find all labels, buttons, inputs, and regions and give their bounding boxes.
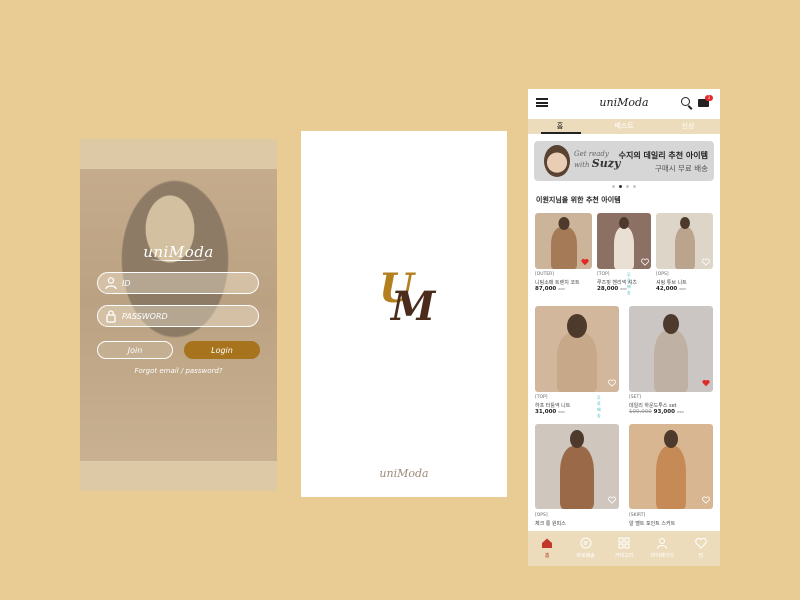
nav-mypage[interactable]: 마이페이지 — [643, 531, 681, 566]
product-name: 데일리 하운드투스 set — [629, 403, 677, 409]
price-unit: won — [676, 410, 685, 414]
product-price: 100,000 93,000 won — [629, 409, 684, 415]
product-image — [535, 306, 619, 392]
product-category: [OPS] — [535, 513, 548, 518]
nav-label: 마이페이지 — [650, 553, 674, 559]
active-tab-indicator — [541, 132, 581, 134]
product-image — [535, 424, 619, 509]
banner-script-name: Suzy — [591, 157, 621, 170]
price-unit: won — [679, 287, 687, 291]
banner-script: Get ready with Suzy — [574, 150, 620, 170]
delivery-icon — [580, 537, 592, 549]
splash-screen: U M uniModa — [301, 131, 507, 497]
product-category: [OUTER] — [535, 272, 555, 277]
monogram-m: M — [391, 283, 436, 330]
nav-label: 바로배송 — [576, 553, 595, 559]
price-value: 93,000 — [653, 409, 675, 415]
recommend-section-title: 이원지님을 위한 추천 아이템 — [536, 196, 621, 204]
product-name: 하프 터틀넥 니트 — [535, 403, 571, 409]
product-category: [TOP] — [597, 272, 610, 277]
free-shipping-badge: 무료배송 — [597, 395, 601, 418]
pagination-dot[interactable] — [612, 185, 615, 188]
product-image — [629, 306, 713, 392]
product-price: 28,000 won — [597, 286, 627, 292]
price-value: 87,000 — [535, 286, 557, 292]
login-screen: uniModa Join Login Forgot email / passwo… — [80, 139, 277, 491]
product-name: 알 벨트 포인트 스커트 — [629, 521, 676, 527]
product-category: [SKIRT] — [629, 513, 646, 518]
price-unit: won — [620, 287, 628, 291]
banner-title: 수지의 데일리 추천 아이템 — [618, 151, 708, 160]
home-icon — [542, 538, 553, 548]
heart-outline-icon[interactable] — [641, 258, 649, 266]
password-field[interactable] — [97, 305, 259, 327]
heart-outline-icon[interactable] — [608, 496, 616, 504]
banner-script-line2: with — [574, 161, 590, 169]
shop-home-screen: uniModa 1 홈 베스트 신상 Get ready with Suzy 수… — [528, 89, 720, 566]
price-unit: won — [558, 287, 566, 291]
promo-banner[interactable]: Get ready with Suzy 수지의 데일리 추천 아이템 구매시 무… — [534, 141, 714, 181]
splash-footer-logo: uniModa — [379, 467, 429, 480]
product-category: [SET] — [629, 395, 641, 400]
pagination-dot[interactable] — [633, 185, 636, 188]
price-value: 28,000 — [597, 286, 619, 292]
join-button[interactable]: Join — [97, 341, 173, 359]
heart-outline-icon[interactable] — [702, 258, 710, 266]
nav-wishlist[interactable]: 찜 — [682, 531, 720, 566]
login-logo: uniModa — [80, 243, 277, 261]
grid-icon — [618, 537, 630, 549]
heart-outline-icon[interactable] — [608, 379, 616, 387]
product-image — [629, 424, 713, 509]
forgot-password-link[interactable]: Forgot email / password? — [80, 367, 277, 375]
product-category: [OPS] — [656, 272, 669, 277]
product-name: 체크 롱 원피스 — [535, 521, 566, 527]
heart-outline-icon[interactable] — [702, 496, 710, 504]
user-icon — [105, 277, 117, 290]
pagination-dot[interactable] — [626, 185, 629, 188]
product-name: 셔링 튜브 니트 — [656, 280, 687, 286]
um-monogram-logo: U M — [379, 265, 439, 330]
product-price: 87,000 won — [535, 286, 565, 292]
user-icon — [657, 538, 668, 549]
original-price: 100,000 — [629, 409, 652, 415]
nav-home[interactable]: 홈 — [528, 531, 566, 566]
product-price: 31,000 won — [535, 409, 565, 415]
product-category: [TOP] — [535, 395, 548, 400]
top-bar: uniModa 1 — [528, 89, 720, 117]
search-icon[interactable] — [681, 97, 690, 106]
cart-count-badge: 1 — [705, 95, 713, 101]
product-name: 니팅소매 트렌치 코트 — [535, 280, 580, 286]
heart-icon — [695, 537, 707, 549]
id-input[interactable] — [122, 273, 252, 293]
price-value: 31,000 — [535, 409, 557, 415]
password-input[interactable] — [122, 306, 252, 326]
pagination-dot-active[interactable] — [619, 185, 622, 188]
nav-category[interactable]: 카테고리 — [605, 531, 643, 566]
nav-quick-delivery[interactable]: 바로배송 — [566, 531, 604, 566]
nav-label: 홈 — [544, 553, 550, 559]
banner-subtitle: 구매시 무료 배송 — [654, 164, 708, 173]
heart-filled-icon[interactable] — [581, 258, 589, 266]
nav-label: 카테고리 — [614, 553, 634, 559]
price-value: 42,000 — [656, 286, 678, 292]
banner-model-photo — [544, 145, 570, 177]
tab-new[interactable]: 신상 — [656, 119, 720, 134]
lock-icon — [106, 310, 116, 323]
id-field[interactable] — [97, 272, 259, 294]
tab-best[interactable]: 베스트 — [592, 119, 656, 134]
product-price: 42,000 won — [656, 286, 686, 292]
login-button[interactable]: Login — [184, 341, 260, 359]
banner-pagination — [612, 185, 636, 188]
product-name: 루즈핏 헨리넥 셔츠 — [597, 280, 637, 286]
bottom-navigation: 홈 바로배송 카테고리 마이페이지 찜 — [528, 531, 720, 566]
nav-label: 찜 — [698, 553, 704, 559]
price-unit: won — [558, 410, 566, 414]
heart-filled-icon[interactable] — [702, 379, 710, 387]
